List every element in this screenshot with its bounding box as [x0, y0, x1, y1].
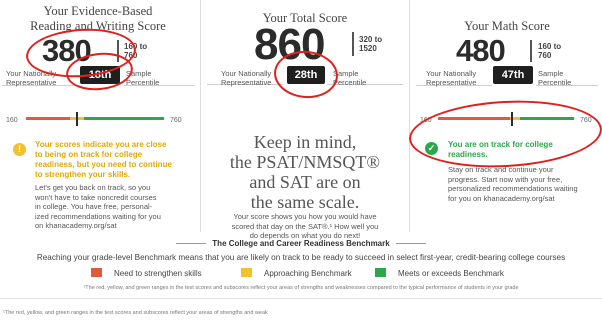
total-sp-line1: Sample — [333, 69, 359, 78]
total-range-line2: 1520 — [359, 44, 377, 53]
erw-score-scale — [26, 111, 164, 126]
math-score: 480 — [456, 33, 506, 68]
math-range-line1: 160 to — [538, 42, 562, 51]
math-title: Your Math Score — [464, 19, 550, 33]
erw-range-line1: 160 to — [124, 42, 148, 51]
math-sp-line2: Percentile — [538, 78, 572, 87]
math-scale-max: 760 — [580, 117, 592, 124]
math-body-line: personalized recommendations waiting — [448, 184, 578, 193]
total-note-line: scored that day on the SAT®.¹ How well y… — [231, 221, 379, 231]
math-range-line2: 760 — [538, 51, 552, 60]
math-recommendation: Stay on track and continue your progress… — [448, 165, 578, 203]
math-message: You are on track for college readiness. — [448, 140, 553, 160]
math-percentile-badge: 47th — [493, 66, 533, 84]
math-body-line: progress. Start now with your free, — [448, 174, 563, 184]
legend-approaching: Approaching Benchmark — [241, 268, 352, 279]
legend-label: Need to strengthen skills — [114, 269, 202, 278]
total-percentile-badge: 28th — [287, 66, 325, 84]
footnote: ¹The red, yellow, and green ranges in th… — [83, 285, 519, 291]
erw-message-line: to being on track for college — [35, 150, 143, 159]
yellow-swatch — [241, 268, 252, 277]
math-score-divider — [530, 40, 532, 62]
math-score-marker — [511, 111, 513, 126]
panel-divider — [200, 0, 201, 232]
erw-scale-green — [84, 117, 164, 120]
erw-message-line: to strengthen your skills. — [35, 170, 131, 179]
erw-score-marker — [76, 111, 78, 126]
total-np-line1: Your Nationally — [221, 69, 272, 78]
benchmark-subtitle: Reaching your grade-level Benchmark mean… — [36, 253, 566, 262]
total-note: Your score shows you how you would have … — [203, 212, 407, 241]
erw-scale-max: 760 — [170, 117, 182, 124]
erw-np-line1: Your Nationally — [6, 69, 57, 78]
erw-body-line: ized recommendations waiting for you — [35, 211, 161, 221]
benchmark-rule-right — [395, 243, 426, 245]
total-score-divider — [352, 32, 354, 56]
legend-label: Meets or exceeds Benchmark — [398, 269, 504, 278]
math-score-scale — [438, 111, 574, 126]
math-score-panel: Your Math Score 480 160 to 760 Your Nati… — [412, 0, 602, 232]
erw-recommendation: Let's get you back on track, so you won'… — [35, 183, 161, 231]
erw-score: 380 — [42, 33, 92, 68]
scale-message-line: and SAT are on — [249, 172, 361, 192]
math-body-line: Stay on track and continue your — [448, 165, 554, 174]
footnote-repeat: ¹The red, yellow, and green ranges in th… — [3, 310, 268, 316]
erw-message: Your scores indicate you are close to be… — [35, 140, 172, 180]
erw-body-line: Let's get you back on track, so you — [35, 183, 151, 192]
math-message-line: readiness. — [448, 150, 488, 159]
erw-np-line2: Representative — [6, 78, 57, 87]
erw-score-panel: Your Evidence-Based Reading and Writing … — [0, 0, 196, 232]
benchmark-title-text: The College and Career Readiness Benchma… — [212, 239, 390, 248]
erw-title-line2: Reading and Writing Score — [30, 19, 166, 33]
math-message-line: You are on track for college — [448, 140, 553, 149]
math-scale-green — [520, 117, 574, 120]
erw-scale-min: 160 — [6, 117, 18, 124]
erw-message-line: Your scores indicate you are close — [35, 140, 167, 149]
math-scale-red — [438, 117, 510, 120]
warning-icon: ! — [13, 143, 26, 156]
erw-scale-red — [26, 117, 70, 120]
erw-title-line1: Your Evidence-Based — [43, 4, 153, 18]
green-swatch — [375, 268, 386, 277]
total-np-line2: Representative — [221, 78, 272, 87]
red-swatch — [91, 268, 102, 277]
erw-body-line: in college. You have free, personal- — [35, 202, 153, 211]
total-note-line: Your score shows you how you would have — [233, 212, 377, 221]
erw-message-line: readiness, but you need to continue — [35, 160, 172, 169]
total-score: 860 — [254, 20, 325, 69]
erw-percentile-badge: 18th — [80, 66, 120, 84]
legend-meets-exceeds: Meets or exceeds Benchmark — [375, 268, 504, 279]
total-score-panel: Your Total Score 860 320 to 1520 Your Na… — [203, 0, 407, 240]
erw-score-divider — [117, 40, 119, 62]
erw-body-line: on khanacademy.org/sat — [35, 221, 117, 230]
erw-range-line2: 760 — [124, 51, 138, 60]
scale-message-line: the same scale. — [250, 192, 360, 212]
legend-need-to-strengthen: Need to strengthen skills — [91, 268, 202, 279]
math-sp-line1: Sample — [538, 69, 564, 78]
benchmark-rule-left — [176, 243, 207, 245]
checkmark-icon: ✓ — [425, 142, 438, 155]
erw-sp-line2: Percentile — [126, 78, 160, 87]
erw-sp-line1: Sample — [126, 69, 152, 78]
total-range-line1: 320 to — [359, 35, 383, 44]
legend-label: Approaching Benchmark — [264, 269, 352, 278]
math-scale-min: 160 — [420, 117, 432, 124]
math-np-line1: Your Nationally — [426, 69, 477, 78]
math-body-line: for you on khanacademy.org/sat — [448, 193, 555, 203]
scale-message-line: the PSAT/NMSQT® — [229, 152, 381, 172]
scale-message-line: Keep in mind, — [253, 132, 357, 152]
benchmark-title: The College and Career Readiness Benchma… — [0, 239, 602, 248]
erw-body-line: won't have to take noncredit courses — [35, 192, 157, 202]
math-np-line2: Representative — [426, 78, 477, 87]
total-sp-line2: Percentile — [333, 78, 367, 87]
panel-divider — [409, 0, 410, 232]
footnote-divider — [0, 298, 602, 299]
